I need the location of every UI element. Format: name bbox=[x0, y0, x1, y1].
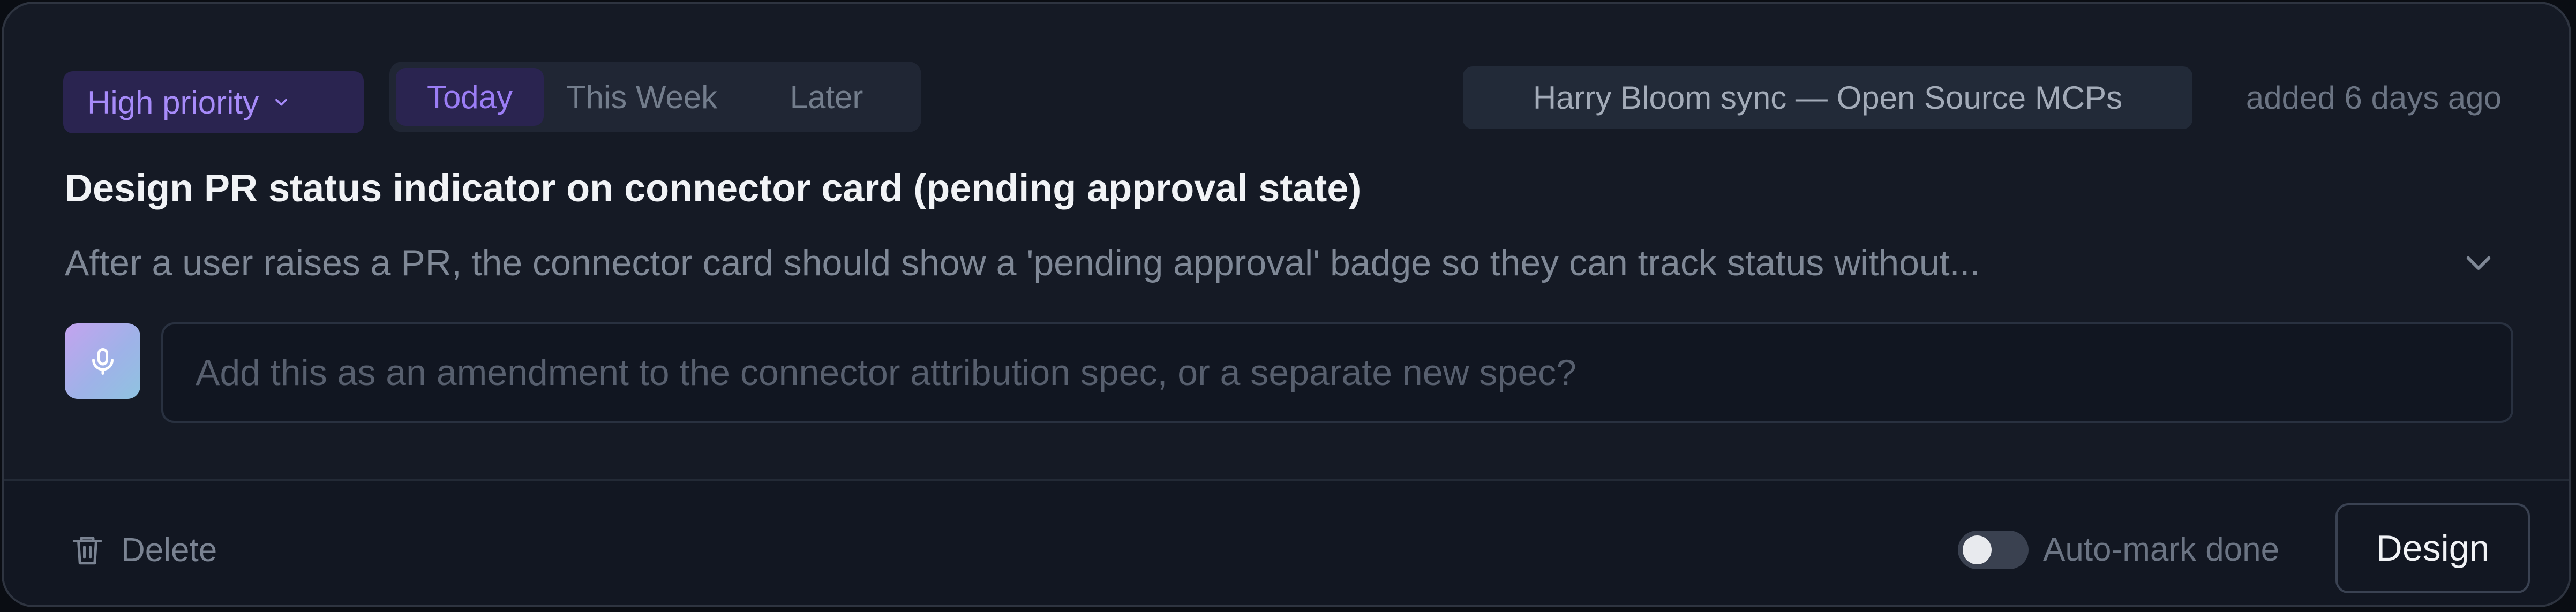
task-title: Design PR status indicator on connector … bbox=[65, 167, 1362, 210]
trash-icon bbox=[72, 537, 102, 565]
reply-input[interactable] bbox=[161, 322, 2513, 423]
timeframe-segmented-control: Today This Week Later bbox=[389, 62, 921, 132]
delete-button[interactable]: Delete bbox=[70, 521, 217, 579]
delete-label: Delete bbox=[121, 531, 217, 569]
chevron-down-icon bbox=[2466, 256, 2491, 270]
priority-label: High priority bbox=[87, 84, 259, 120]
tab-later[interactable]: Later bbox=[738, 68, 915, 126]
added-timestamp: added 6 days ago bbox=[2245, 80, 2502, 116]
tab-today[interactable]: Today bbox=[396, 68, 544, 126]
chevron-down-icon bbox=[275, 99, 287, 106]
task-description: After a user raises a PR, the connector … bbox=[65, 243, 1980, 283]
toggle-knob bbox=[1963, 535, 1992, 564]
priority-dropdown[interactable]: High priority bbox=[63, 71, 364, 133]
expand-button[interactable] bbox=[2454, 238, 2503, 286]
auto-mark-toggle[interactable] bbox=[1958, 531, 2029, 569]
microphone-icon bbox=[92, 347, 114, 375]
auto-mark-label: Auto-mark done bbox=[2043, 531, 2280, 568]
source-chip[interactable]: Harry Bloom sync — Open Source MCPs bbox=[1463, 66, 2192, 129]
tab-this-week[interactable]: This Week bbox=[549, 68, 735, 126]
voice-input-button[interactable] bbox=[65, 323, 140, 399]
design-button[interactable]: Design bbox=[2335, 503, 2530, 593]
task-card: High priority Today This Week Later Harr… bbox=[2, 2, 2571, 607]
